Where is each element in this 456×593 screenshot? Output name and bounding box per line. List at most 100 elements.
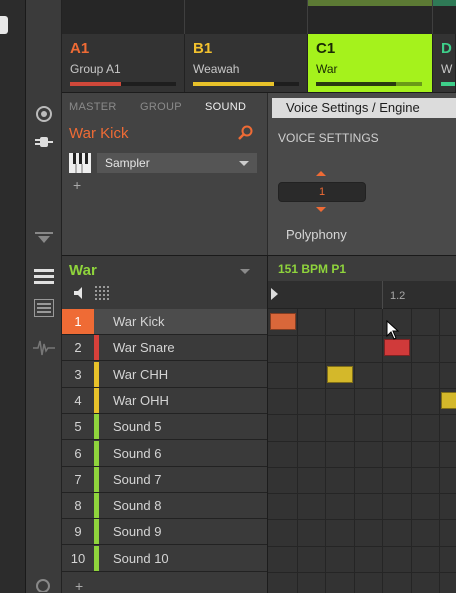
tab-sound[interactable]: SOUND xyxy=(205,101,246,113)
sound-slot-5[interactable]: 5 Sound 5 xyxy=(62,414,267,441)
group-name: W xyxy=(441,62,453,76)
grid-row-line xyxy=(268,335,456,337)
group-level-fill xyxy=(316,82,396,86)
grid-row-line xyxy=(268,519,456,521)
grid-row-line xyxy=(268,440,456,442)
note-event[interactable] xyxy=(327,365,353,383)
group-name: Weawah xyxy=(193,62,240,76)
sound-color-strip xyxy=(94,387,99,413)
add-sound-button[interactable]: + xyxy=(75,578,83,593)
sound-slot-1[interactable]: 1 War Kick xyxy=(62,309,267,335)
sound-slot-6[interactable]: 6 Sound 6 xyxy=(62,440,267,467)
playhead-marker-icon[interactable] xyxy=(271,288,278,300)
sound-name: Sound 7 xyxy=(113,471,162,487)
sound-color-strip xyxy=(94,493,99,519)
sound-slot-8[interactable]: 8 Sound 8 xyxy=(62,493,267,520)
macro-knob-icon[interactable] xyxy=(36,106,52,122)
group-tile-b1[interactable]: B1 Weawah xyxy=(185,34,308,92)
sound-slot-3[interactable]: 3 War CHH xyxy=(62,361,267,388)
group-tile-d[interactable]: DW xyxy=(433,34,456,92)
sound-color-strip xyxy=(94,361,99,387)
sound-number: 10 xyxy=(70,550,86,566)
tempo-pattern-label: 151 BPM P1 xyxy=(278,262,347,276)
group-id: B1 xyxy=(193,40,213,57)
group-id: D xyxy=(441,40,452,57)
plugin-slot-sampler[interactable]: Sampler xyxy=(97,153,257,173)
parameter-page-selector[interactable]: Voice Settings / Engine xyxy=(272,98,456,118)
sound-name: Sound 8 xyxy=(113,498,162,514)
sound-name: Sound 5 xyxy=(113,419,162,435)
pattern-editor[interactable]: 151 BPM P1 1.2 xyxy=(267,255,456,593)
timeline-ruler[interactable]: 1.2 xyxy=(268,281,456,309)
grid-step-line xyxy=(410,309,412,593)
sound-number: 6 xyxy=(74,445,82,461)
grid-row-line xyxy=(268,466,456,468)
waveform-icon[interactable] xyxy=(33,339,55,357)
ruler-label: 1.2 xyxy=(390,290,406,302)
polyphony-value-field[interactable]: 1 xyxy=(278,182,366,202)
increment-arrow-icon[interactable] xyxy=(316,171,326,176)
sound-slot-9[interactable]: 9 Sound 9 xyxy=(62,519,267,546)
grid-row-line xyxy=(268,414,456,416)
group-level-bar xyxy=(70,82,176,86)
grid-icon[interactable] xyxy=(95,286,109,300)
sound-name: War Kick xyxy=(113,314,165,329)
arranger-timeline[interactable] xyxy=(62,0,456,34)
sound-number: 7 xyxy=(74,471,82,487)
plug-icon[interactable] xyxy=(35,134,53,150)
group-tile-a1[interactable]: A1 Group A1 xyxy=(62,34,185,92)
group-tile-c1[interactable]: C1 War xyxy=(308,34,433,92)
sound-color-strip xyxy=(94,440,99,466)
grid-step-line xyxy=(353,309,355,593)
note-event[interactable] xyxy=(384,339,410,357)
sound-name: Sound 9 xyxy=(113,524,162,540)
sound-slot-2[interactable]: 2 War Snare xyxy=(62,335,267,362)
group-name: Group A1 xyxy=(70,62,121,76)
sound-slot-7[interactable]: 7 Sound 7 xyxy=(62,466,267,493)
sound-list-panel: War 1 War Kick 2 War Snare 3 War CHH 4 War OHH 5… xyxy=(62,255,267,593)
pattern-header: 151 BPM P1 xyxy=(268,256,456,281)
search-icon[interactable] xyxy=(237,125,253,141)
sound-name: Sound 10 xyxy=(113,550,169,566)
tab-master[interactable]: MASTER xyxy=(69,101,117,113)
note-event[interactable] xyxy=(441,391,456,409)
settings-icon[interactable] xyxy=(35,578,51,592)
tab-group[interactable]: GROUP xyxy=(140,101,182,113)
polyphony-label: Polyphony xyxy=(286,227,347,242)
group-level-bar xyxy=(193,82,299,86)
grid-row-line xyxy=(268,545,456,547)
sound-number: 3 xyxy=(74,366,82,382)
group-level-bar xyxy=(441,82,455,86)
chevron-down-icon[interactable] xyxy=(239,161,249,166)
decrement-arrow-icon[interactable] xyxy=(316,207,326,212)
list-view-icon[interactable] xyxy=(34,268,54,286)
sound-name: War Snare xyxy=(113,340,175,356)
group-level-bar xyxy=(316,82,422,86)
grid-row-line xyxy=(268,361,456,363)
chevron-down-icon[interactable] xyxy=(240,269,250,274)
speaker-icon[interactable] xyxy=(73,286,87,300)
sound-number: 1 xyxy=(62,309,94,334)
plugin-chain-panel: MASTER GROUP SOUND War Kick Sampler + xyxy=(62,93,267,255)
grid-step-line xyxy=(439,309,440,593)
sound-color-strip xyxy=(94,519,99,545)
sound-name[interactable]: War Kick xyxy=(69,125,128,142)
group-name: War xyxy=(316,62,338,76)
rail-handle[interactable] xyxy=(0,16,8,34)
sound-slot-4[interactable]: 4 War OHH xyxy=(62,387,267,414)
mixer-view-icon[interactable] xyxy=(34,299,54,317)
group-title[interactable]: War xyxy=(69,262,97,279)
grid-step-line xyxy=(296,309,298,593)
note-event[interactable] xyxy=(270,313,296,330)
sound-color-strip xyxy=(94,466,99,492)
piano-icon xyxy=(69,153,91,173)
section-title: VOICE SETTINGS xyxy=(278,131,379,145)
add-plugin-button[interactable]: + xyxy=(73,177,81,193)
parameter-panel: Voice Settings / Engine VOICE SETTINGS 1… xyxy=(267,93,456,255)
sound-slot-10[interactable]: 10 Sound 10 xyxy=(62,545,267,572)
sound-color-strip xyxy=(94,414,99,440)
left-rail xyxy=(0,0,26,593)
collapse-down-icon[interactable] xyxy=(35,232,53,244)
group-level-fill xyxy=(193,82,274,86)
group-level-fill xyxy=(70,82,121,86)
